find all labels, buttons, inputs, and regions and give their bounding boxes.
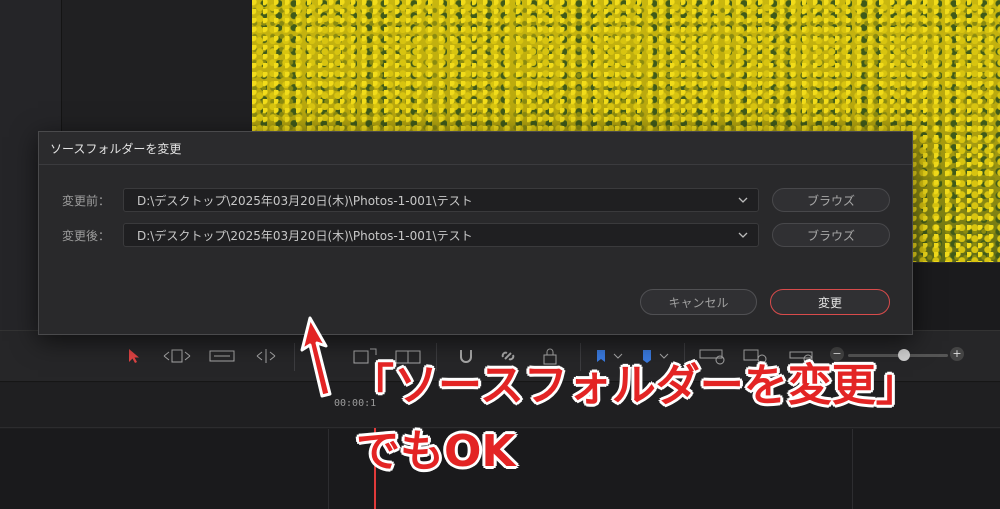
zoom-out-button[interactable]: − <box>830 347 844 361</box>
chevron-down-icon <box>738 228 748 242</box>
blade-tool-icon[interactable] <box>254 345 278 367</box>
annotation-line-2: でもOK <box>356 426 516 477</box>
dynamic-trim-icon[interactable] <box>208 345 236 367</box>
before-path-dropdown[interactable]: D:\デスクトップ\2025年03月20日(木)\Photos-1-001\テス… <box>123 188 759 212</box>
after-path-value: D:\デスクトップ\2025年03月20日(木)\Photos-1-001\テス… <box>137 228 473 243</box>
zoom-in-button[interactable]: + <box>950 347 964 361</box>
after-path-dropdown[interactable]: D:\デスクトップ\2025年03月20日(木)\Photos-1-001\テス… <box>123 223 759 247</box>
after-label: 変更後： <box>62 229 111 243</box>
change-button[interactable]: 変更 <box>770 289 890 315</box>
annotation-arrow-icon <box>300 316 332 398</box>
dialog-title: ソースフォルダーを変更 <box>39 132 912 165</box>
browse-after-button[interactable]: ブラウズ <box>772 223 890 247</box>
track-divider <box>328 429 329 509</box>
track-divider <box>852 429 853 509</box>
source-after-row: 変更後： D:\デスクトップ\2025年03月20日(木)\Photos-1-0… <box>39 223 912 247</box>
before-label: 変更前： <box>62 194 111 208</box>
trim-tool-icon[interactable] <box>162 345 192 367</box>
cancel-button[interactable]: キャンセル <box>640 289 757 315</box>
selection-tool-icon[interactable] <box>126 345 142 367</box>
toolbar-divider <box>294 343 295 371</box>
before-path-value: D:\デスクトップ\2025年03月20日(木)\Photos-1-001\テス… <box>137 193 473 208</box>
change-source-folder-dialog: ソースフォルダーを変更 変更前： D:\デスクトップ\2025年03月20日(木… <box>38 131 913 335</box>
browse-before-button[interactable]: ブラウズ <box>772 188 890 212</box>
annotation-line-1: 「ソースフォルダーを変更」 <box>350 360 920 411</box>
chevron-down-icon <box>738 193 748 207</box>
source-before-row: 変更前： D:\デスクトップ\2025年03月20日(木)\Photos-1-0… <box>39 188 912 212</box>
